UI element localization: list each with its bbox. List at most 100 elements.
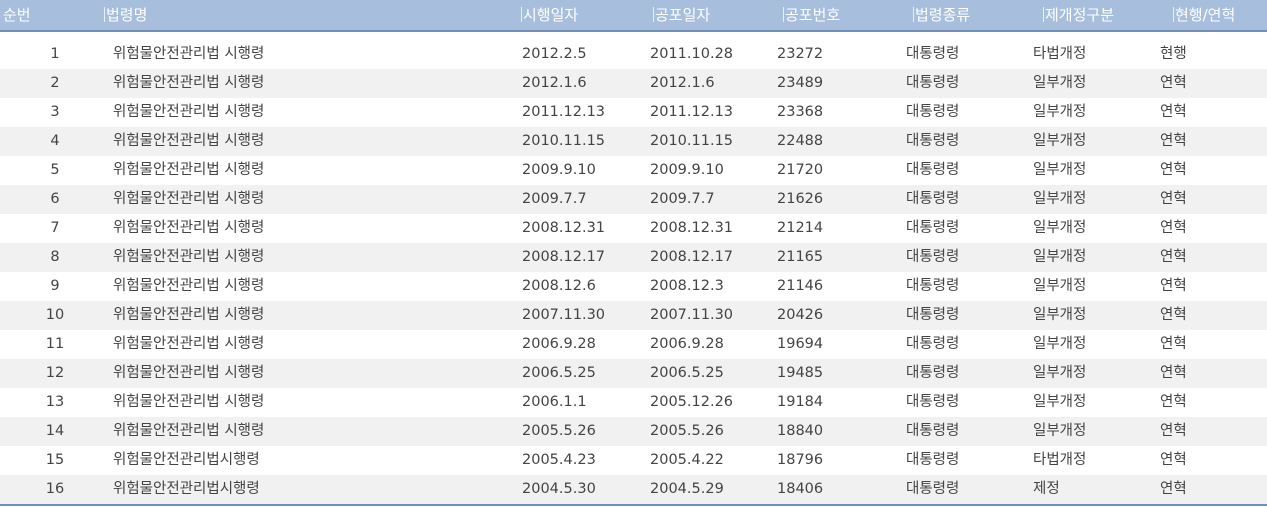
cell-status: 연혁: [1160, 162, 1187, 178]
cell-law-name-link[interactable]: 위험물안전관리법 시행령: [113, 388, 264, 417]
cell-law-kind: 대통령령: [906, 423, 960, 439]
table-row[interactable]: 15 위험물안전관리법시행령 2005.4.23 2005.4.22 18796…: [0, 446, 1267, 475]
header-status[interactable]: 현행/연혁: [1173, 0, 1235, 30]
table-row[interactable]: 11 위험물안전관리법 시행령 2006.9.28 2006.9.28 1969…: [0, 330, 1267, 359]
cell-law-kind: 대통령령: [906, 249, 960, 265]
cell-effective-date: 2007.11.30: [522, 307, 606, 323]
cell-promulgation-no: 18796: [777, 452, 824, 468]
cell-promulgation-no: 21214: [777, 220, 824, 236]
cell-promulgation-date: 2009.9.10: [650, 162, 724, 178]
cell-status: 연혁: [1160, 191, 1187, 207]
cell-promulgation-date: 2005.12.26: [650, 394, 734, 410]
cell-law-kind: 대통령령: [906, 191, 960, 207]
cell-no: 9: [50, 278, 60, 294]
cell-no: 7: [50, 220, 60, 236]
header-no[interactable]: 순번: [3, 0, 31, 30]
header-separator: [783, 7, 784, 22]
cell-effective-date: 2012.1.6: [522, 75, 587, 91]
cell-revision-type: 일부개정: [1033, 423, 1087, 439]
cell-promulgation-date: 2011.12.13: [650, 104, 734, 120]
table-row[interactable]: 4 위험물안전관리법 시행령 2010.11.15 2010.11.15 224…: [0, 127, 1267, 156]
cell-law-kind: 대통령령: [906, 46, 960, 62]
cell-effective-date: 2011.12.13: [522, 104, 606, 120]
cell-promulgation-date: 2011.10.28: [650, 46, 734, 62]
cell-effective-date: 2008.12.17: [522, 249, 606, 265]
table-row[interactable]: 8 위험물안전관리법 시행령 2008.12.17 2008.12.17 211…: [0, 243, 1267, 272]
cell-status: 연혁: [1160, 220, 1187, 236]
cell-law-kind: 대통령령: [906, 365, 960, 381]
cell-promulgation-no: 23272: [777, 46, 824, 62]
cell-law-kind: 대통령령: [906, 481, 960, 497]
header-separator: [1173, 7, 1174, 22]
cell-promulgation-date: 2007.11.30: [650, 307, 734, 323]
cell-law-kind: 대통령령: [906, 75, 960, 91]
header-promulgation-no[interactable]: 공포번호: [783, 0, 840, 30]
cell-no: 16: [45, 481, 65, 497]
header-revision-type[interactable]: 제개정구분: [1043, 0, 1114, 30]
cell-status: 연혁: [1160, 394, 1187, 410]
cell-law-name-link[interactable]: 위험물안전관리법 시행령: [113, 301, 264, 330]
header-law-kind[interactable]: 법령종류: [913, 0, 970, 30]
cell-revision-type: 일부개정: [1033, 278, 1087, 294]
cell-law-name-link[interactable]: 위험물안전관리법 시행령: [113, 214, 264, 243]
cell-law-name-link[interactable]: 위험물안전관리법시행령: [113, 475, 260, 504]
cell-law-name-link[interactable]: 위험물안전관리법 시행령: [113, 127, 264, 156]
cell-promulgation-date: 2008.12.3: [650, 278, 724, 294]
cell-law-name-link[interactable]: 위험물안전관리법 시행령: [113, 330, 264, 359]
cell-effective-date: 2004.5.30: [522, 481, 596, 497]
table-row[interactable]: 5 위험물안전관리법 시행령 2009.9.10 2009.9.10 21720…: [0, 156, 1267, 185]
cell-promulgation-date: 2005.5.26: [650, 423, 724, 439]
table-row[interactable]: 16 위험물안전관리법시행령 2004.5.30 2004.5.29 18406…: [0, 475, 1267, 504]
cell-effective-date: 2009.7.7: [522, 191, 587, 207]
table-row[interactable]: 12 위험물안전관리법 시행령 2006.5.25 2006.5.25 1948…: [0, 359, 1267, 388]
cell-effective-date: 2005.4.23: [522, 452, 596, 468]
cell-promulgation-date: 2009.7.7: [650, 191, 715, 207]
cell-status: 연혁: [1160, 133, 1187, 149]
cell-promulgation-date: 2012.1.6: [650, 75, 715, 91]
table-row[interactable]: 6 위험물안전관리법 시행령 2009.7.7 2009.7.7 21626 대…: [0, 185, 1267, 214]
cell-law-name-link[interactable]: 위험물안전관리법 시행령: [113, 243, 264, 272]
table-row[interactable]: 14 위험물안전관리법 시행령 2005.5.26 2005.5.26 1884…: [0, 417, 1267, 446]
cell-law-kind: 대통령령: [906, 452, 960, 468]
table-row[interactable]: 1 위험물안전관리법 시행령 2012.2.5 2011.10.28 23272…: [0, 40, 1267, 69]
cell-effective-date: 2006.9.28: [522, 336, 596, 352]
cell-promulgation-no: 21720: [777, 162, 824, 178]
cell-revision-type: 일부개정: [1033, 75, 1087, 91]
cell-law-kind: 대통령령: [906, 336, 960, 352]
cell-revision-type: 일부개정: [1033, 220, 1087, 236]
table-row[interactable]: 2 위험물안전관리법 시행령 2012.1.6 2012.1.6 23489 대…: [0, 69, 1267, 98]
header-effective-date[interactable]: 시행일자: [521, 0, 578, 30]
cell-no: 12: [45, 365, 65, 381]
table-row[interactable]: 7 위험물안전관리법 시행령 2008.12.31 2008.12.31 212…: [0, 214, 1267, 243]
cell-promulgation-no: 23489: [777, 75, 824, 91]
cell-law-name-link[interactable]: 위험물안전관리법 시행령: [113, 272, 264, 301]
cell-promulgation-date: 2006.9.28: [650, 336, 724, 352]
cell-no: 6: [50, 191, 60, 207]
cell-law-kind: 대통령령: [906, 104, 960, 120]
cell-no: 13: [45, 394, 65, 410]
cell-no: 8: [50, 249, 60, 265]
cell-law-name-link[interactable]: 위험물안전관리법시행령: [113, 446, 260, 475]
table-row[interactable]: 10 위험물안전관리법 시행령 2007.11.30 2007.11.30 20…: [0, 301, 1267, 330]
header-promulgation-date[interactable]: 공포일자: [653, 0, 710, 30]
cell-law-name-link[interactable]: 위험물안전관리법 시행령: [113, 359, 264, 388]
cell-law-name-link[interactable]: 위험물안전관리법 시행령: [113, 69, 264, 98]
cell-law-name-link[interactable]: 위험물안전관리법 시행령: [113, 98, 264, 127]
cell-law-name-link[interactable]: 위험물안전관리법 시행령: [113, 40, 264, 69]
cell-revision-type: 타법개정: [1033, 46, 1087, 62]
cell-effective-date: 2008.12.31: [522, 220, 606, 236]
table-row[interactable]: 3 위험물안전관리법 시행령 2011.12.13 2011.12.13 233…: [0, 98, 1267, 127]
cell-law-kind: 대통령령: [906, 220, 960, 236]
cell-no: 11: [45, 336, 65, 352]
cell-revision-type: 타법개정: [1033, 452, 1087, 468]
cell-law-name-link[interactable]: 위험물안전관리법 시행령: [113, 156, 264, 185]
cell-law-kind: 대통령령: [906, 278, 960, 294]
table-row[interactable]: 13 위험물안전관리법 시행령 2006.1.1 2005.12.26 1918…: [0, 388, 1267, 417]
table-row[interactable]: 9 위험물안전관리법 시행령 2008.12.6 2008.12.3 21146…: [0, 272, 1267, 301]
cell-no: 3: [50, 104, 60, 120]
cell-status: 연혁: [1160, 365, 1187, 381]
cell-promulgation-no: 19694: [777, 336, 824, 352]
cell-law-name-link[interactable]: 위험물안전관리법 시행령: [113, 185, 264, 214]
header-name[interactable]: 법령명: [104, 0, 147, 30]
cell-law-name-link[interactable]: 위험물안전관리법 시행령: [113, 417, 264, 446]
